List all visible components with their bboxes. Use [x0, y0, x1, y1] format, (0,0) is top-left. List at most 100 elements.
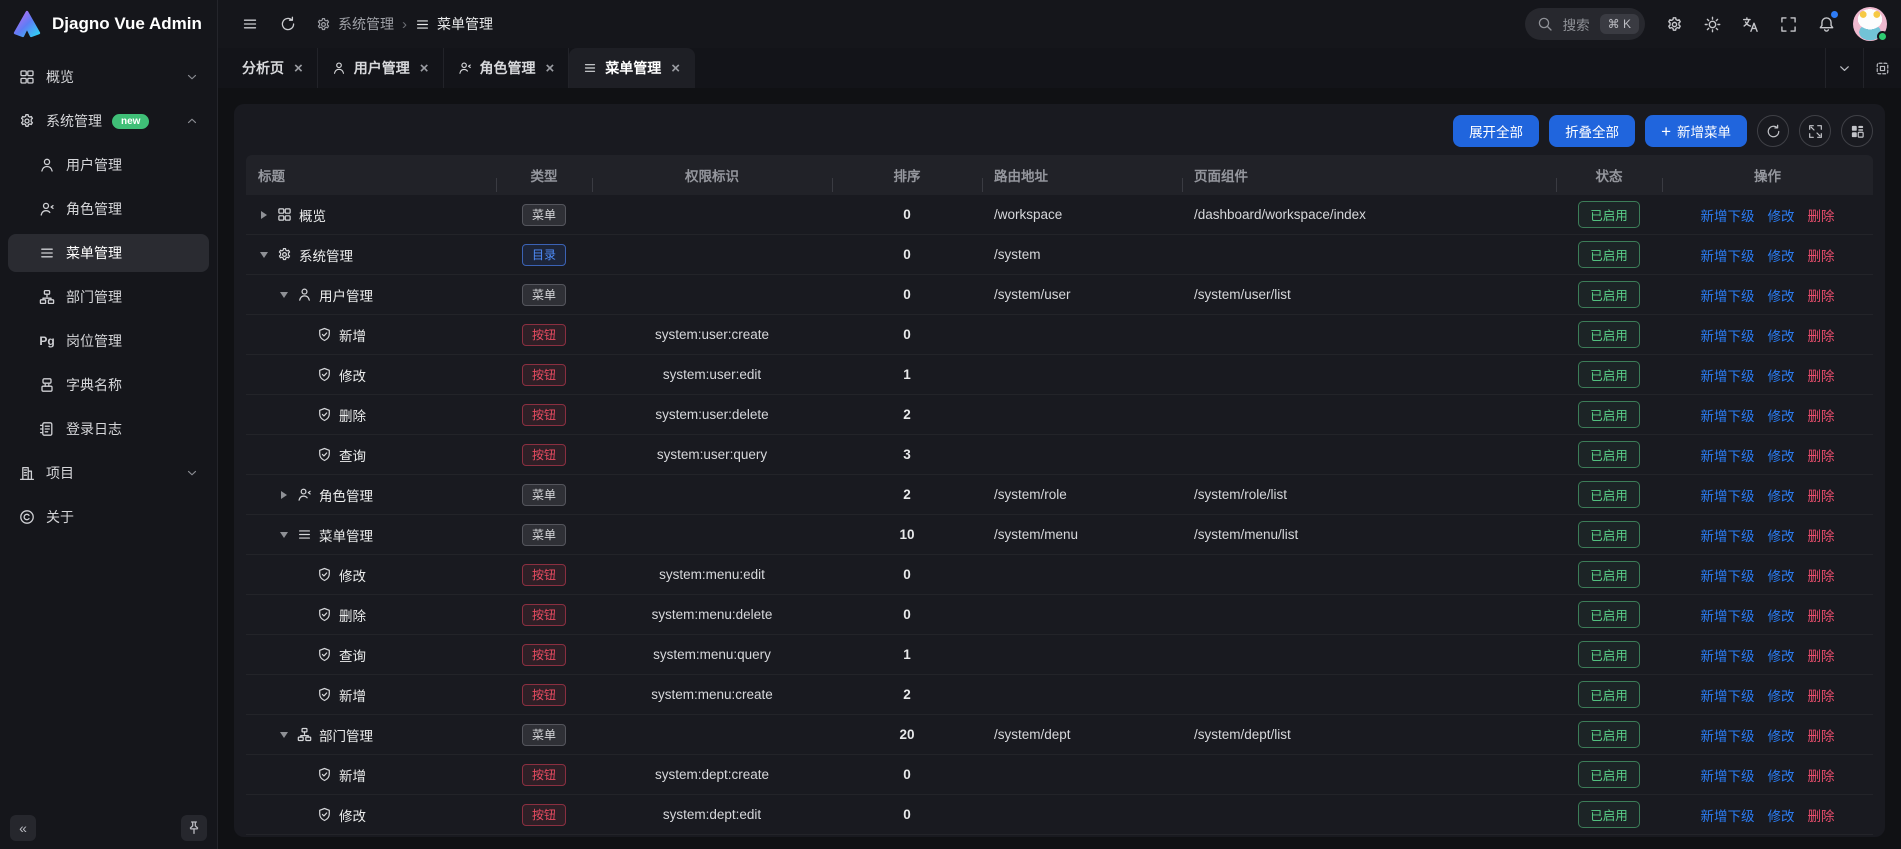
status-badge: 已启用: [1578, 561, 1640, 588]
delete-link[interactable]: 删除: [1808, 805, 1835, 825]
add-child-link[interactable]: 新增下级: [1701, 765, 1755, 785]
tab-close-icon[interactable]: ×: [420, 61, 429, 76]
delete-link[interactable]: 删除: [1808, 605, 1835, 625]
avatar[interactable]: [1853, 7, 1887, 41]
delete-link[interactable]: 删除: [1808, 765, 1835, 785]
gear-icon: [277, 247, 292, 262]
add-child-link[interactable]: 新增下级: [1701, 605, 1755, 625]
edit-link[interactable]: 修改: [1768, 725, 1795, 745]
notifications-button[interactable]: [1809, 7, 1843, 41]
sidebar-item-7[interactable]: 字典名称: [8, 366, 209, 404]
permission-code: system:user:edit: [592, 367, 832, 382]
delete-link[interactable]: 删除: [1808, 685, 1835, 705]
tab-close-icon[interactable]: ×: [671, 61, 680, 76]
sidebar-item-3[interactable]: 角色管理: [8, 190, 209, 228]
tree-toggle[interactable]: [258, 211, 270, 219]
add-child-link[interactable]: 新增下级: [1701, 805, 1755, 825]
add-child-link[interactable]: 新增下级: [1701, 685, 1755, 705]
add-child-link[interactable]: 新增下级: [1701, 445, 1755, 465]
pin-icon[interactable]: [181, 815, 207, 841]
add-child-link[interactable]: 新增下级: [1701, 205, 1755, 225]
row-title: 新增: [339, 325, 366, 345]
tab-分析页[interactable]: 分析页 ×: [228, 48, 318, 88]
language-button[interactable]: [1733, 7, 1767, 41]
edit-link[interactable]: 修改: [1768, 645, 1795, 665]
sidebar-item-5[interactable]: 部门管理: [8, 278, 209, 316]
search-input[interactable]: 搜索 ⌘ K: [1525, 8, 1645, 40]
tree-toggle[interactable]: [278, 532, 290, 538]
menu-icon[interactable]: [234, 8, 266, 40]
edit-link[interactable]: 修改: [1768, 685, 1795, 705]
tab-角色管理[interactable]: 角色管理 ×: [444, 48, 570, 88]
edit-link[interactable]: 修改: [1768, 325, 1795, 345]
sidebar-collapse-button[interactable]: «: [10, 815, 36, 841]
table-refresh-button[interactable]: [1757, 115, 1789, 147]
add-child-link[interactable]: 新增下级: [1701, 245, 1755, 265]
sidebar-item-10[interactable]: 关于: [8, 498, 209, 536]
collapse-all-button[interactable]: 折叠全部: [1549, 115, 1635, 147]
refresh-icon[interactable]: [272, 8, 304, 40]
delete-link[interactable]: 删除: [1808, 525, 1835, 545]
delete-link[interactable]: 删除: [1808, 445, 1835, 465]
add-menu-button[interactable]: + 新增菜单: [1645, 115, 1747, 147]
tab-菜单管理[interactable]: 菜单管理 ×: [569, 48, 695, 88]
sidebar-item-8[interactable]: 登录日志: [8, 410, 209, 448]
tree-toggle[interactable]: [278, 732, 290, 738]
edit-link[interactable]: 修改: [1768, 525, 1795, 545]
delete-link[interactable]: 删除: [1808, 365, 1835, 385]
breadcrumb-item-1[interactable]: 菜单管理: [415, 14, 493, 34]
delete-link[interactable]: 删除: [1808, 725, 1835, 745]
delete-link[interactable]: 删除: [1808, 245, 1835, 265]
add-child-link[interactable]: 新增下级: [1701, 285, 1755, 305]
delete-link[interactable]: 删除: [1808, 285, 1835, 305]
edit-link[interactable]: 修改: [1768, 285, 1795, 305]
sidebar-item-4[interactable]: 菜单管理: [8, 234, 209, 272]
edit-link[interactable]: 修改: [1768, 245, 1795, 265]
delete-link[interactable]: 删除: [1808, 645, 1835, 665]
table-fullscreen-button[interactable]: [1799, 115, 1831, 147]
add-child-link[interactable]: 新增下级: [1701, 725, 1755, 745]
edit-link[interactable]: 修改: [1768, 205, 1795, 225]
breadcrumb-item-0[interactable]: 系统管理: [316, 14, 394, 34]
add-child-link[interactable]: 新增下级: [1701, 325, 1755, 345]
edit-link[interactable]: 修改: [1768, 605, 1795, 625]
sidebar-item-2[interactable]: 用户管理: [8, 146, 209, 184]
sidebar-item-6[interactable]: Pg 岗位管理: [8, 322, 209, 360]
edit-link[interactable]: 修改: [1768, 805, 1795, 825]
edit-link[interactable]: 修改: [1768, 405, 1795, 425]
delete-link[interactable]: 删除: [1808, 485, 1835, 505]
delete-link[interactable]: 删除: [1808, 405, 1835, 425]
delete-link[interactable]: 删除: [1808, 565, 1835, 585]
expand-all-button[interactable]: 展开全部: [1453, 115, 1539, 147]
add-child-link[interactable]: 新增下级: [1701, 405, 1755, 425]
edit-link[interactable]: 修改: [1768, 445, 1795, 465]
tab-close-icon[interactable]: ×: [294, 61, 303, 76]
edit-link[interactable]: 修改: [1768, 765, 1795, 785]
tree-toggle[interactable]: [258, 252, 270, 258]
sidebar-item-9[interactable]: 项目: [8, 454, 209, 492]
topbar: 系统管理 › 菜单管理 搜索 ⌘ K: [218, 0, 1901, 48]
theme-button[interactable]: [1695, 7, 1729, 41]
table-layout-button[interactable]: [1841, 115, 1873, 147]
add-child-link[interactable]: 新增下级: [1701, 485, 1755, 505]
add-child-link[interactable]: 新增下级: [1701, 565, 1755, 585]
delete-link[interactable]: 删除: [1808, 205, 1835, 225]
edit-link[interactable]: 修改: [1768, 365, 1795, 385]
tab-用户管理[interactable]: 用户管理 ×: [318, 48, 444, 88]
add-child-link[interactable]: 新增下级: [1701, 645, 1755, 665]
tree-toggle[interactable]: [278, 491, 290, 499]
tab-close-icon[interactable]: ×: [546, 61, 555, 76]
tabs-dropdown-button[interactable]: [1825, 48, 1863, 88]
tree-toggle[interactable]: [278, 292, 290, 298]
sidebar-item-0[interactable]: 概览: [8, 58, 209, 96]
new-badge: new: [112, 114, 149, 129]
edit-link[interactable]: 修改: [1768, 565, 1795, 585]
tabs-maximize-button[interactable]: [1863, 48, 1901, 88]
sidebar-item-1[interactable]: 系统管理 new: [8, 102, 209, 140]
delete-link[interactable]: 删除: [1808, 325, 1835, 345]
fullscreen-button[interactable]: [1771, 7, 1805, 41]
settings-button[interactable]: [1657, 7, 1691, 41]
add-child-link[interactable]: 新增下级: [1701, 365, 1755, 385]
add-child-link[interactable]: 新增下级: [1701, 525, 1755, 545]
edit-link[interactable]: 修改: [1768, 485, 1795, 505]
